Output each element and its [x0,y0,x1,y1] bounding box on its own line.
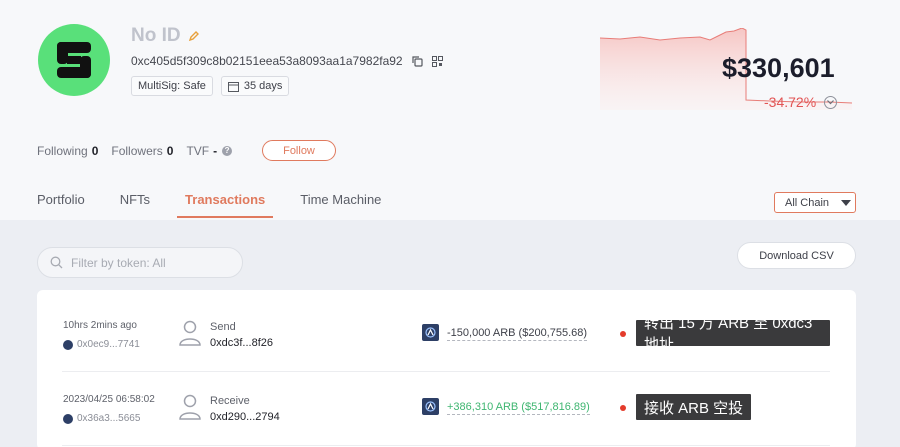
tx-time: 10hrs 2mins ago [63,320,137,331]
social-stats: Following 0 Followers 0 TVF - ? [37,144,233,158]
help-icon[interactable]: ? [222,146,233,156]
download-csv-button[interactable]: Download CSV [737,242,856,269]
tx-type: Receive [210,395,250,407]
profile-name: No ID [131,25,181,46]
tx-source-address: 0x0ec9...7741 [77,339,140,350]
arb-token-icon [422,398,439,415]
search-placeholder: Filter by token: All [71,255,166,270]
tab-portfolio[interactable]: Portfolio [37,192,85,218]
tx-counterparty[interactable]: 0xd290...2794 [210,411,280,423]
followers-label[interactable]: Followers [111,144,162,158]
chain-icon [63,339,73,350]
annotation-dot [620,331,626,337]
caret-down-icon [841,199,852,206]
tab-bar: Portfolio NFTs Transactions Time Machine [37,192,381,218]
tx-time: 2023/04/25 06:58:02 [63,394,155,405]
qr-code-icon[interactable] [431,55,443,67]
tx-source[interactable]: 0x0ec9...7741 [63,339,140,350]
tx-counterparty[interactable]: 0xdc3f...8f26 [210,337,273,349]
table-row: 10hrs 2mins ago 0x0ec9...7741 Send 0xdc3… [62,298,830,372]
expand-chevron-icon[interactable] [824,95,838,109]
logo-icon [57,42,91,78]
multisig-tag-label: MultiSig: Safe [138,80,206,92]
tvf-label: TVF [186,144,210,158]
tx-annotation: 接收 ARB 空投 [636,394,752,420]
total-balance: $330,601 [722,53,835,83]
arb-token-icon [422,324,439,341]
tx-annotation: 转出 15 万 ARB 至 0xdc3 地址 [636,315,830,353]
calendar-icon [227,81,239,92]
tab-nfts[interactable]: NFTs [120,192,150,218]
age-tag-label: 35 days [243,80,283,92]
following-count: 0 [91,144,99,158]
avatar [38,24,110,96]
tab-transactions[interactable]: Transactions [177,192,274,218]
transactions-table: 10hrs 2mins ago 0x0ec9...7741 Send 0xdc3… [37,290,856,447]
balance-change: -34.72% [764,94,817,110]
chain-select[interactable]: All Chain [774,192,856,213]
age-tag: 35 days [220,76,290,96]
profile-header: No ID 0xc405d5f309c8b02151eea53a8093aa1a… [0,0,900,220]
tx-source-address: 0x36a3...5665 [77,413,141,424]
chain-icon [63,413,73,424]
search-icon [50,256,63,269]
token-filter-input[interactable]: Filter by token: All [37,247,243,278]
copy-icon[interactable] [412,55,423,67]
following-label[interactable]: Following [37,144,88,158]
follow-button[interactable]: Follow [262,140,336,161]
user-icon [179,320,201,346]
tab-time-machine[interactable]: Time Machine [300,192,381,218]
tx-type: Send [210,321,236,333]
user-icon [179,394,201,420]
followers-count: 0 [166,144,174,158]
annotation-dot [620,405,626,411]
multisig-tag: MultiSig: Safe [131,76,213,96]
edit-icon[interactable] [188,30,200,42]
tx-amount[interactable]: -150,000 ARB ($200,755.68) [447,327,588,341]
chain-select-value: All Chain [785,196,830,209]
tx-amount[interactable]: +386,310 ARB ($517,816.89) [447,401,590,415]
tx-source[interactable]: 0x36a3...5665 [63,413,140,424]
tvf-value: - [213,144,218,158]
table-row: 2023/04/25 06:58:02 0x36a3...5665 Receiv… [62,372,830,446]
wallet-address: 0xc405d5f309c8b02151eea53a8093aa1a7982fa… [131,54,403,68]
